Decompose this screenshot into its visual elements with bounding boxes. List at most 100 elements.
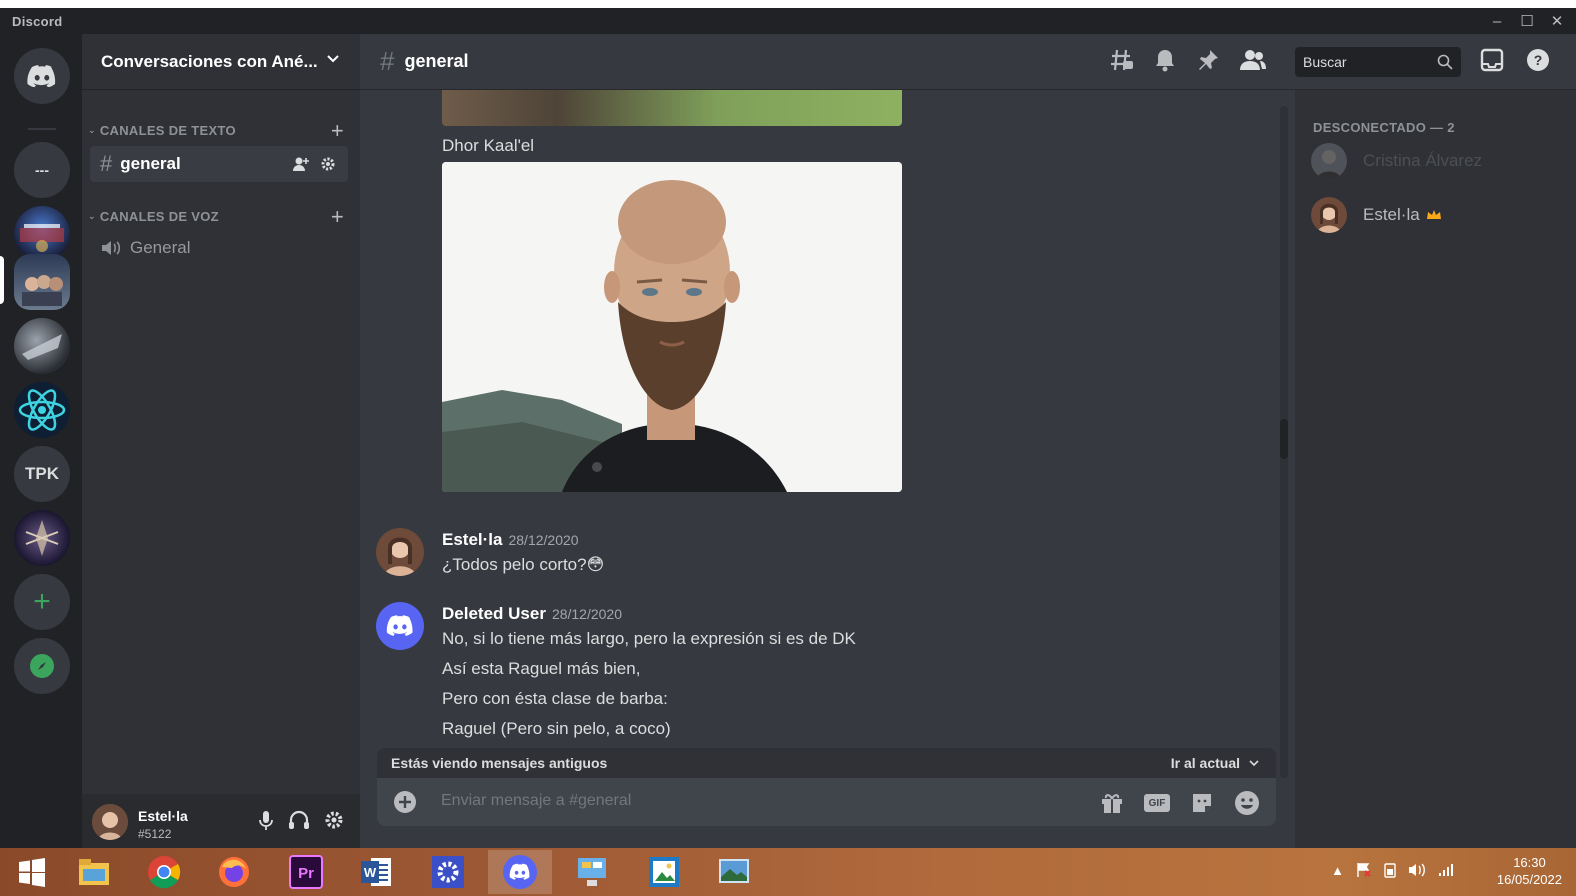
channel-name: general <box>120 154 181 173</box>
message-timestamp: 28/12/2020 <box>508 532 579 548</box>
voice-channel-name: General <box>130 238 191 257</box>
member-list: DESCONECTADO — 2 Cristina Álvarez Estel·… <box>1295 90 1576 848</box>
discord-app-icon <box>503 855 537 889</box>
add-attachment-icon[interactable] <box>393 790 417 814</box>
taskbar-premiere[interactable]: Pr <box>274 850 338 894</box>
emoji-icon[interactable] <box>1234 790 1260 816</box>
username: Estel·la <box>138 808 188 824</box>
settings-gear-icon[interactable] <box>324 810 344 830</box>
category-voice[interactable]: ⌄ CANALES DE VOZ + <box>88 204 350 229</box>
user-controls <box>258 810 344 832</box>
channel-general[interactable]: # general <box>90 146 348 182</box>
scrollbar-thumb[interactable] <box>1280 419 1288 459</box>
gif-button[interactable]: GIF <box>1144 794 1170 812</box>
svg-text:?: ? <box>1534 52 1543 68</box>
message-input[interactable] <box>441 792 1041 810</box>
sticker-icon[interactable] <box>1190 791 1214 815</box>
server-folder[interactable]: --- <box>14 142 70 198</box>
taskbar-chrome[interactable] <box>132 850 196 894</box>
member-item[interactable]: Estel·la <box>1311 194 1442 236</box>
flag-icon[interactable] <box>1356 862 1372 878</box>
inbox-icon[interactable] <box>1480 48 1504 72</box>
search-input[interactable]: Buscar <box>1295 47 1461 77</box>
tray-expand-icon[interactable]: ▲ <box>1331 863 1344 878</box>
jump-to-present-button[interactable]: Ir al actual <box>1171 755 1260 771</box>
battery-icon[interactable] <box>1384 862 1396 878</box>
bell-icon[interactable] <box>1154 48 1176 72</box>
attachment-image-partial[interactable] <box>442 90 902 126</box>
chat-area: # general Buscar ? Dhor Kaal'el Estel·la… <box>360 34 1576 848</box>
server-icon-dragon[interactable] <box>14 510 70 566</box>
attachment-image[interactable] <box>442 162 902 492</box>
gift-icon[interactable] <box>1100 791 1124 815</box>
taskbar-photos[interactable] <box>632 850 696 894</box>
maximize-button[interactable]: ☐ <box>1512 10 1542 32</box>
explore-button[interactable] <box>14 638 70 694</box>
add-channel-icon[interactable]: + <box>331 118 344 144</box>
message-author[interactable]: Estel·la 28/12/2020 <box>442 530 579 550</box>
gear-icon[interactable] <box>320 156 336 172</box>
member-name: Cristina Álvarez <box>1363 151 1483 170</box>
server-art-dragon <box>25 520 59 556</box>
server-icon-2[interactable] <box>14 254 70 310</box>
svg-text:Pr: Pr <box>298 865 314 882</box>
close-button[interactable]: ✕ <box>1542 10 1572 32</box>
server-icon-atom[interactable] <box>14 382 70 438</box>
folder-icon <box>79 859 109 885</box>
taskbar-photo-viewer[interactable] <box>702 850 766 894</box>
channel-sidebar: Conversaciones con Ané... ⌄ CANALES DE T… <box>82 34 360 848</box>
hash-icon: # <box>380 46 395 76</box>
taskbar: Pr W ▲ 16:30 16/05/2022 <box>0 848 1576 896</box>
message-author[interactable]: Deleted User 28/12/2020 <box>442 604 622 624</box>
start-button[interactable] <box>0 850 64 894</box>
remote-desktop-icon <box>578 858 606 886</box>
taskbar-file-explorer[interactable] <box>62 850 126 894</box>
guild-header[interactable]: Conversaciones con Ané... <box>82 34 360 90</box>
top-strip <box>0 0 1576 8</box>
home-button[interactable] <box>14 48 70 104</box>
search-placeholder: Buscar <box>1303 54 1347 70</box>
message-composer: GIF <box>377 778 1276 826</box>
windows-logo-icon <box>19 858 45 887</box>
category-text[interactable]: ⌄ CANALES DE TEXTO + <box>88 118 350 143</box>
pin-icon[interactable] <box>1196 48 1220 72</box>
voice-channel-general[interactable]: General <box>90 230 348 266</box>
add-server-button[interactable]: + <box>14 574 70 630</box>
member-item[interactable]: Cristina Álvarez <box>1311 140 1482 182</box>
app-title: Discord <box>12 14 63 29</box>
threads-icon[interactable] <box>1110 48 1134 72</box>
discord-window: Discord – ☐ ✕ --- TPK + Conversaciones c… <box>0 8 1576 848</box>
discord-logo-icon <box>27 65 56 87</box>
headphones-icon[interactable] <box>288 810 310 830</box>
taskbar-remote-app[interactable] <box>560 850 624 894</box>
composer-tools: GIF <box>1100 790 1260 816</box>
microphone-icon[interactable] <box>258 810 274 832</box>
help-icon[interactable]: ? <box>1526 48 1550 72</box>
server-tpk[interactable]: TPK <box>14 446 70 502</box>
minimize-button[interactable]: – <box>1482 10 1512 32</box>
signal-icon[interactable] <box>1438 863 1456 877</box>
system-clock[interactable]: 16:30 16/05/2022 <box>1497 854 1562 888</box>
member-section-title: DESCONECTADO — 2 <box>1313 120 1455 135</box>
message-text: Raguel (Pero sin pelo, a coco) <box>442 719 671 738</box>
invite-icon[interactable] <box>292 156 310 172</box>
author-name: Estel·la <box>442 530 503 549</box>
message-avatar[interactable] <box>376 602 424 650</box>
user-avatar[interactable] <box>92 804 128 840</box>
member-avatar <box>1311 143 1347 179</box>
channel-actions <box>292 156 336 172</box>
guild-name: Conversaciones con Ané... <box>101 51 318 71</box>
photos-icon <box>649 857 679 887</box>
taskbar-firefox[interactable] <box>202 850 266 894</box>
message-avatar[interactable] <box>376 528 424 576</box>
volume-icon[interactable] <box>1408 862 1426 878</box>
caret-icon: ⌄ <box>88 124 96 135</box>
taskbar-word[interactable]: W <box>344 850 408 894</box>
members-icon[interactable] <box>1240 49 1266 71</box>
server-icon-3[interactable] <box>14 318 70 374</box>
add-voice-channel-icon[interactable]: + <box>331 204 344 230</box>
taskbar-discord[interactable] <box>488 850 552 894</box>
speaker-icon <box>102 241 121 255</box>
avatar-art <box>1311 143 1347 179</box>
taskbar-settings[interactable] <box>416 850 480 894</box>
